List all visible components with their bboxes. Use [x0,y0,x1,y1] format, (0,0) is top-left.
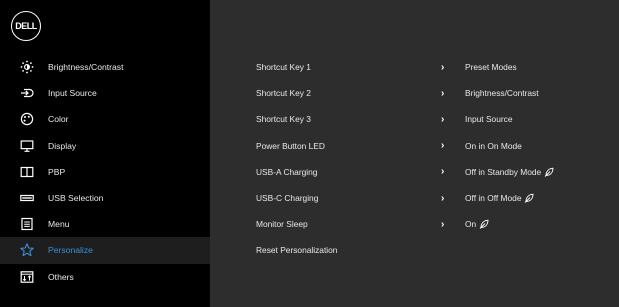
option-row-power-button-led[interactable]: Power Button LED › On in On Mode [210,133,619,159]
menu-icon [20,217,34,231]
option-value-text: On [465,219,477,230]
pbp-icon [20,165,34,179]
eco-leaf-icon [524,193,534,203]
sidebar-item-color[interactable]: Color [0,106,210,132]
sidebar-item-input-source[interactable]: Input Source [0,80,210,106]
others-icon [20,270,34,284]
sidebar-item-label: Color [48,114,69,125]
sidebar-item-label: USB Selection [48,193,104,204]
chevron-right-icon: › [441,87,445,99]
option-value: On in On Mode [465,141,522,151]
sidebar-item-label: Menu [48,219,70,230]
option-value-text: Input Source [465,114,513,125]
option-label: Monitor Sleep [256,219,308,230]
option-label: USB-C Charging [256,193,319,204]
sidebar-item-usb-selection[interactable]: USB Selection [0,185,210,211]
option-value: Preset Modes [465,62,517,72]
option-label: USB-A Charging [256,166,318,177]
dell-logo-text: DELL [11,11,41,41]
sidebar-menu: Brightness/Contrast Input Source Color D… [0,54,210,290]
sidebar-item-label: Input Source [48,88,97,99]
star-icon [20,243,34,257]
chevron-right-icon: › [441,192,445,204]
option-value-text: Off in Off Mode [465,193,522,204]
option-row-usb-c-charging[interactable]: USB-C Charging › Off in Off Mode [210,185,619,211]
option-value: Input Source [465,114,513,124]
usb-icon [20,191,34,205]
sidebar-item-label: Personalize [48,245,93,256]
option-value-text: Off in Standby Mode [465,166,542,177]
option-value-text: Preset Modes [465,62,517,73]
sidebar: DELL Brightness/Contrast Input Source Co… [0,0,210,307]
eco-leaf-icon [544,167,554,177]
chevron-right-icon: › [441,61,445,73]
eco-leaf-icon [479,219,489,230]
chevron-right-icon: › [441,166,445,178]
option-label: Shortcut Key 3 [256,114,311,125]
option-label: Reset Personalization [256,245,338,256]
sidebar-item-menu[interactable]: Menu [0,211,210,237]
input-source-icon [20,86,34,100]
sidebar-item-display[interactable]: Display [0,133,210,159]
option-label: Shortcut Key 1 [256,62,311,73]
option-label: Shortcut Key 2 [256,88,311,99]
sidebar-item-personalize[interactable]: Personalize [0,237,210,264]
chevron-right-icon: › [441,113,445,125]
sidebar-item-label: Others [48,271,74,282]
option-value: On [465,219,489,229]
sidebar-item-label: Brightness/Contrast [48,62,124,73]
option-label: Power Button LED [256,140,325,151]
sidebar-item-others[interactable]: Others [0,264,210,290]
sidebar-item-pbp[interactable]: PBP [0,159,210,185]
sidebar-item-label: PBP [48,166,66,177]
color-icon [20,112,34,126]
chevron-right-icon: › [441,140,445,152]
option-value: Brightness/Contrast [465,88,539,98]
display-icon [20,139,34,153]
sun-icon [20,60,34,74]
personalize-options: Shortcut Key 1 › Preset Modes Shortcut K… [210,54,619,264]
personalize-panel: Shortcut Key 1 › Preset Modes Shortcut K… [210,0,619,307]
chevron-right-icon: › [441,218,445,230]
dell-logo: DELL [11,11,43,43]
sidebar-item-label: Display [48,140,77,151]
option-value: Off in Off Mode [465,193,534,203]
option-value: Off in Standby Mode [465,167,554,177]
option-row-usb-a-charging[interactable]: USB-A Charging › Off in Standby Mode [210,159,619,185]
option-row-shortcut-key-3[interactable]: Shortcut Key 3 › Input Source [210,106,619,132]
sidebar-item-brightness-contrast[interactable]: Brightness/Contrast [0,54,210,80]
option-row-shortcut-key-1[interactable]: Shortcut Key 1 › Preset Modes [210,54,619,80]
option-value-text: On in On Mode [465,140,522,151]
option-value-text: Brightness/Contrast [465,88,539,99]
option-row-shortcut-key-2[interactable]: Shortcut Key 2 › Brightness/Contrast [210,80,619,106]
option-row-reset-personalization[interactable]: Reset Personalization [210,237,619,263]
option-row-monitor-sleep[interactable]: Monitor Sleep › On [210,211,619,237]
